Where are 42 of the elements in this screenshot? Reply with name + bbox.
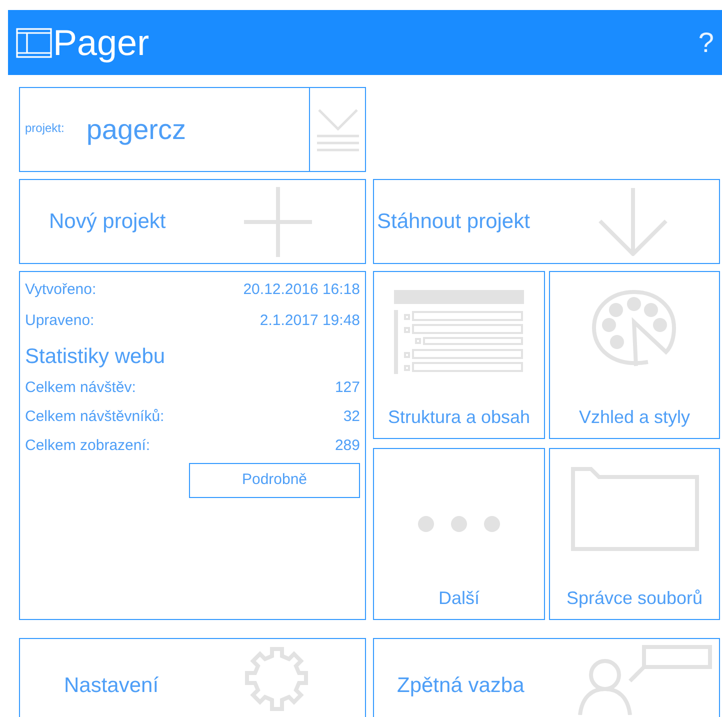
info-value: 32 bbox=[343, 407, 360, 427]
menu-tile[interactable]: Vzhled a styly bbox=[549, 271, 720, 439]
tile-label: Vzhled a styly bbox=[578, 406, 690, 429]
app-title: Pager bbox=[53, 24, 150, 60]
info-value: 20.12.2016 16:18 bbox=[243, 280, 360, 300]
project-selector[interactable]: projekt: pagercz bbox=[19, 87, 366, 172]
palette-icon bbox=[592, 290, 678, 368]
logo-icon bbox=[16, 28, 52, 58]
tile-label: Struktura a obsah bbox=[388, 406, 530, 429]
document-outline-icon bbox=[394, 290, 524, 374]
details-button[interactable]: Podrobně bbox=[189, 463, 360, 498]
info-value: 127 bbox=[334, 378, 360, 398]
info-label: Celkem zobrazení: bbox=[25, 436, 150, 456]
project-name: pagercz bbox=[86, 112, 186, 147]
folder-icon bbox=[570, 467, 698, 551]
down-arrow-icon bbox=[598, 188, 668, 256]
action-tile[interactable]: Nový projekt bbox=[19, 179, 366, 264]
project-label: projekt: bbox=[25, 120, 64, 136]
ellipsis-icon bbox=[417, 515, 501, 533]
info-label: Celkem návštěvníků: bbox=[25, 407, 164, 427]
action-label: Zpětná vazba bbox=[397, 673, 524, 699]
menu-tile[interactable]: Další bbox=[373, 448, 545, 620]
gear-icon bbox=[244, 647, 310, 713]
action-label: Stáhnout projekt bbox=[377, 208, 530, 235]
info-label: Upraveno: bbox=[25, 311, 94, 331]
info-label: Vytvořeno: bbox=[25, 280, 96, 300]
menu-tile[interactable]: Struktura a obsah bbox=[373, 271, 545, 439]
plus-icon bbox=[244, 186, 312, 256]
action-tile[interactable]: Stáhnout projekt bbox=[373, 179, 720, 264]
action-label: Nový projekt bbox=[49, 208, 166, 235]
tile-label: Správce souborů bbox=[566, 587, 703, 610]
person-speech-bubble-icon bbox=[578, 645, 714, 715]
action-label: Nastavení bbox=[64, 673, 159, 699]
menu-tile[interactable]: Správce souborů bbox=[549, 448, 720, 620]
stats-heading: Statistiky webu bbox=[25, 344, 166, 370]
info-value: 2.1.2017 19:48 bbox=[260, 311, 360, 331]
action-tile[interactable]: Nastavení bbox=[19, 638, 366, 717]
tile-label: Další bbox=[438, 587, 480, 610]
help-button[interactable]: ? bbox=[698, 28, 714, 56]
info-value: 289 bbox=[334, 436, 360, 456]
info-label: Celkem návštěv: bbox=[25, 378, 136, 398]
action-tile[interactable]: Zpětná vazba bbox=[373, 638, 720, 717]
